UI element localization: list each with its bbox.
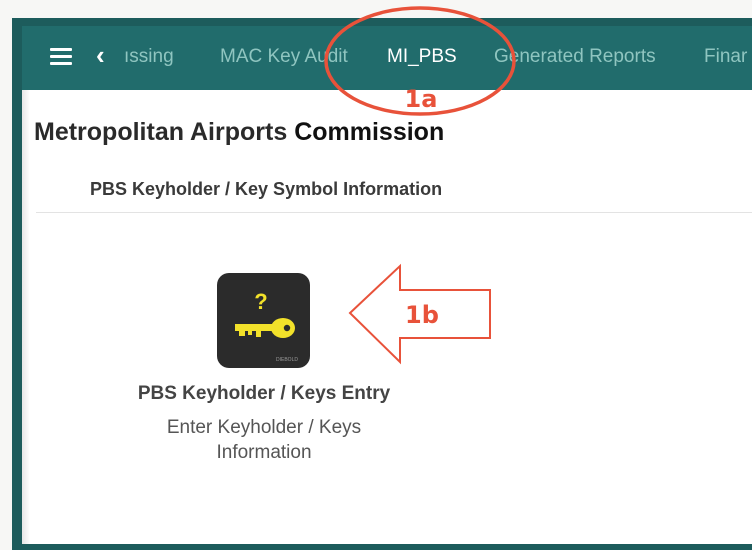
app-window: ‹ ıssing MAC Key Audit MI_PBS Generated … <box>0 0 752 550</box>
callout-1b: 1b <box>405 301 439 329</box>
callout-1a: 1a <box>405 85 438 113</box>
annotation-overlay: 1a 1b <box>324 6 516 365</box>
